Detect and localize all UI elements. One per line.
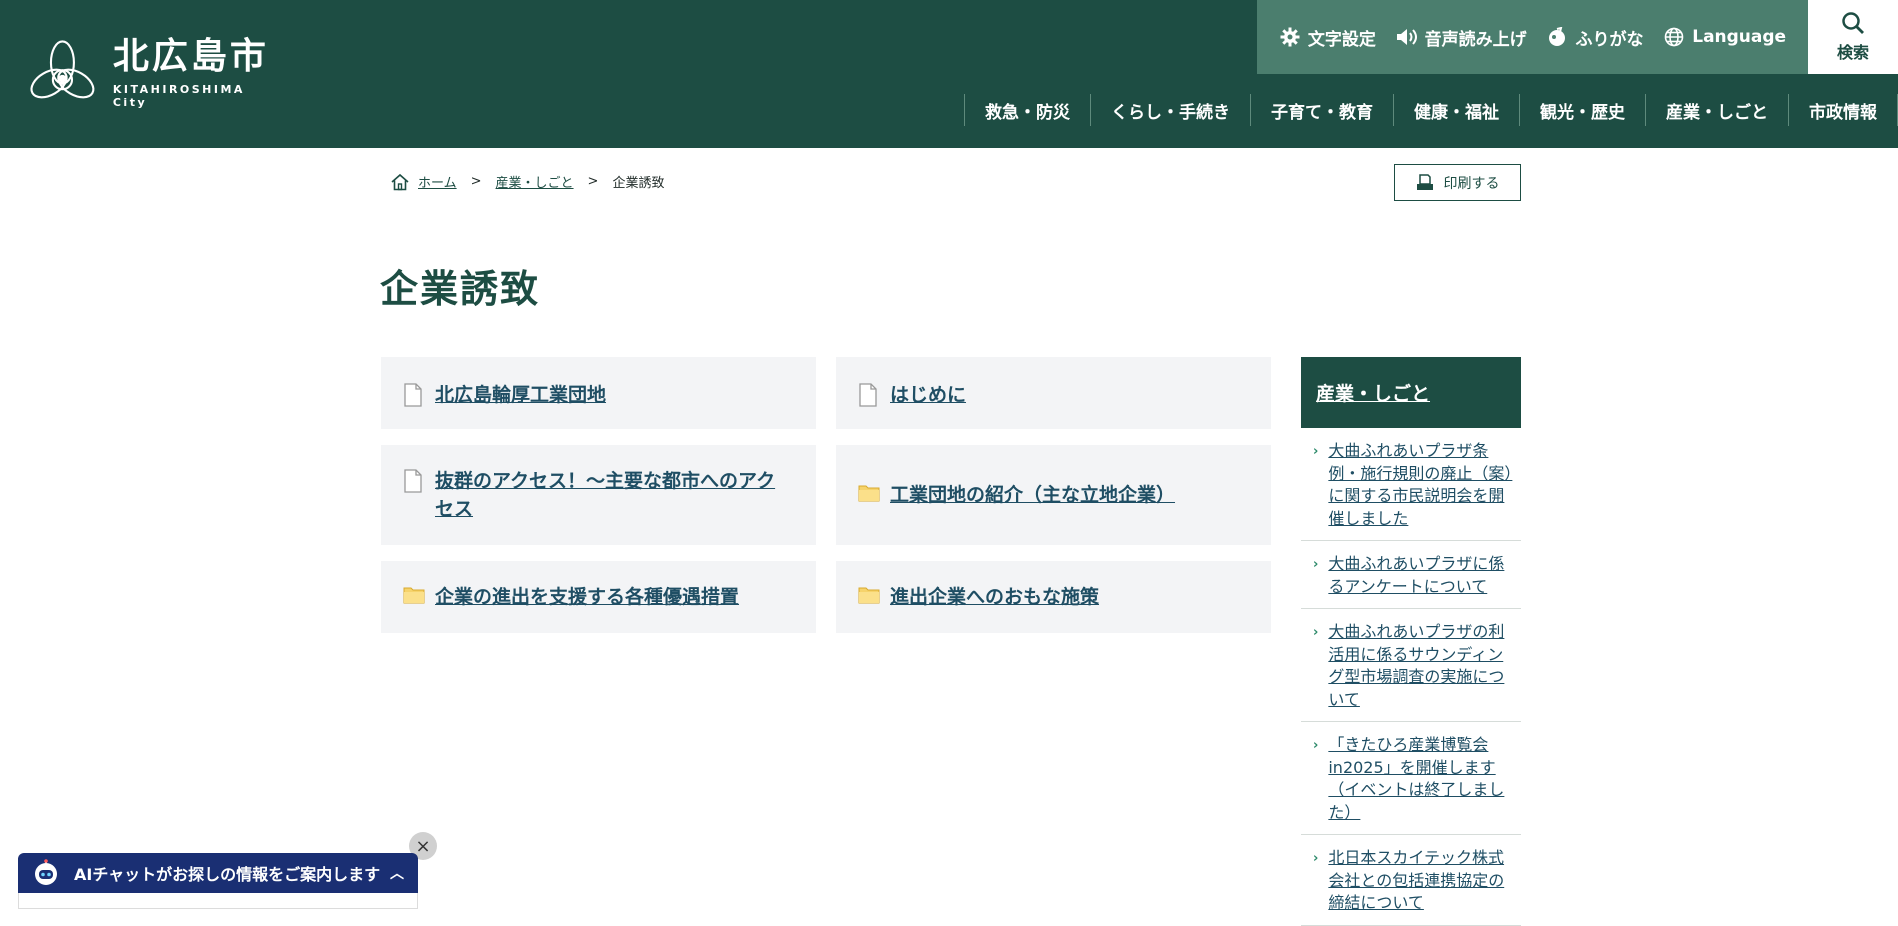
- card-link[interactable]: 北広島輪厚工業団地: [435, 381, 606, 409]
- printer-icon: [1416, 173, 1433, 190]
- city-emblem-icon: [30, 40, 95, 99]
- print-button[interactable]: 印刷する: [1394, 164, 1521, 201]
- card-link[interactable]: 工業団地の紹介（主な立地企業）: [890, 481, 1175, 509]
- sidebar-header: 産業・しごと: [1301, 357, 1521, 428]
- sidebar-item[interactable]: › 「きたひろ産業博覧会in2025」を開催します（イベントは終了しました）: [1301, 722, 1521, 835]
- link-card[interactable]: 抜群のアクセス！～主要な都市へのアクセス: [381, 445, 816, 545]
- site-header: 北広島市 KITAHIROSHIMA City 文字設定 音声読み上げ ふりがな: [0, 0, 1898, 148]
- ai-chat-body: [18, 893, 418, 909]
- chevron-right-icon: ›: [1313, 851, 1319, 866]
- sidebar-item[interactable]: › 大曲ふれあいプラザの利活用に係るサウンディング型市場調査の実施について: [1301, 609, 1521, 722]
- utility-bar: 文字設定 音声読み上げ ふりがな Language: [1257, 0, 1808, 74]
- nav-industry[interactable]: 産業・しごと: [1645, 94, 1788, 126]
- global-nav: 救急・防災 くらし・手続き 子育て・教育 健康・福祉 観光・歴史 産業・しごと …: [964, 94, 1898, 126]
- search-button[interactable]: 検索: [1808, 0, 1898, 74]
- ai-chat-widget[interactable]: AIチャットがお探しの情報をご案内します ︿: [18, 853, 418, 909]
- folder-icon: [858, 483, 880, 507]
- nav-childcare[interactable]: 子育て・教育: [1250, 94, 1393, 126]
- sidebar-link[interactable]: 大曲ふれあいプラザに係るアンケートについて: [1328, 553, 1513, 598]
- sidebar-link[interactable]: 大曲ふれあいプラザ条例・施行規則の廃止（案）に関する市民説明会を開催しました: [1328, 440, 1513, 530]
- sidebar-item[interactable]: › 大曲ふれあいプラザ条例・施行規則の廃止（案）に関する市民説明会を開催しました: [1301, 428, 1521, 541]
- link-card[interactable]: 北広島輪厚工業団地: [381, 357, 816, 429]
- logo-subtitle: KITAHIROSHIMA City: [112, 83, 245, 109]
- card-link[interactable]: 企業の進出を支援する各種優遇措置: [435, 583, 739, 611]
- breadcrumb: ホーム > 産業・しごと > 企業誘致: [390, 172, 664, 191]
- breadcrumb-separator: >: [470, 174, 482, 189]
- language-button[interactable]: Language: [1663, 26, 1786, 48]
- chevron-right-icon: ›: [1313, 738, 1319, 753]
- search-icon: [1842, 12, 1864, 34]
- globe-icon: [1663, 26, 1685, 48]
- nav-health[interactable]: 健康・福祉: [1393, 94, 1519, 126]
- page-icon: [403, 383, 425, 407]
- text-settings-button[interactable]: 文字設定: [1279, 25, 1376, 50]
- nav-emergency[interactable]: 救急・防災: [964, 94, 1090, 126]
- page-title: 企業誘致: [380, 267, 541, 311]
- folder-icon: [403, 585, 425, 609]
- sidebar: 産業・しごと › 大曲ふれあいプラザ条例・施行規則の廃止（案）に関する市民説明会…: [1301, 357, 1521, 926]
- ai-chat-label: AIチャットがお探しの情報をご案内します: [74, 865, 381, 884]
- sidebar-link[interactable]: 「きたひろ産業博覧会in2025」を開催します（イベントは終了しました）: [1328, 734, 1513, 824]
- folder-icon: [858, 585, 880, 609]
- card-link[interactable]: はじめに: [890, 381, 966, 409]
- sidebar-link[interactable]: 北日本スカイテック株式会社との包括連携協定の締結について: [1328, 847, 1513, 915]
- sidebar-item[interactable]: › 北日本スカイテック株式会社との包括連携協定の締結について: [1301, 835, 1521, 926]
- link-card[interactable]: 企業の進出を支援する各種優遇措置: [381, 561, 816, 633]
- furigana-label: ふりがな: [1575, 29, 1644, 50]
- card-link[interactable]: 進出企業へのおもな施策: [890, 583, 1099, 611]
- read-aloud-button[interactable]: 音声読み上げ: [1396, 25, 1527, 50]
- nav-tourism[interactable]: 観光・歴史: [1519, 94, 1645, 126]
- chevron-right-icon: ›: [1313, 557, 1319, 572]
- card-link[interactable]: 抜群のアクセス！～主要な都市へのアクセス: [435, 467, 794, 523]
- chevron-up-icon[interactable]: ︿: [390, 863, 404, 883]
- breadcrumb-industry[interactable]: 産業・しごと: [496, 172, 574, 191]
- sidebar-link[interactable]: 大曲ふれあいプラザの利活用に係るサウンディング型市場調査の実施について: [1328, 621, 1513, 711]
- sidebar-title-link[interactable]: 産業・しごと: [1316, 379, 1430, 406]
- chevron-right-icon: ›: [1313, 444, 1319, 459]
- read-aloud-label: 音声読み上げ: [1424, 29, 1527, 50]
- gear-icon: [1279, 26, 1301, 48]
- sidebar-item[interactable]: › 大曲ふれあいプラザに係るアンケートについて: [1301, 541, 1521, 609]
- breadcrumb-current: 企業誘致: [612, 176, 665, 191]
- language-label: Language: [1692, 27, 1787, 47]
- furigana-button[interactable]: ふりがな: [1546, 25, 1643, 50]
- logo-title: 北広島市: [112, 36, 269, 77]
- ai-chat-bar[interactable]: AIチャットがお探しの情報をご案内します ︿: [18, 853, 418, 893]
- text-settings-label: 文字設定: [1307, 29, 1376, 50]
- nav-living[interactable]: くらし・手続き: [1090, 94, 1250, 126]
- nav-city-info[interactable]: 市政情報: [1788, 94, 1898, 126]
- link-card[interactable]: 工業団地の紹介（主な立地企業）: [836, 445, 1271, 545]
- site-logo[interactable]: 北広島市 KITAHIROSHIMA City: [28, 36, 278, 109]
- chatbot-icon: [35, 859, 57, 885]
- home-icon: [391, 173, 409, 190]
- page-icon: [403, 469, 425, 493]
- breadcrumb-home[interactable]: ホーム: [418, 172, 457, 191]
- chevron-right-icon: ›: [1313, 625, 1319, 640]
- furigana-icon: [1546, 26, 1568, 48]
- breadcrumb-separator: >: [587, 174, 599, 189]
- search-label: 検索: [1836, 43, 1869, 62]
- speaker-icon: [1396, 26, 1418, 48]
- print-label: 印刷する: [1443, 175, 1500, 192]
- link-card[interactable]: はじめに: [836, 357, 1271, 429]
- link-card[interactable]: 進出企業へのおもな施策: [836, 561, 1271, 633]
- page-icon: [858, 383, 880, 407]
